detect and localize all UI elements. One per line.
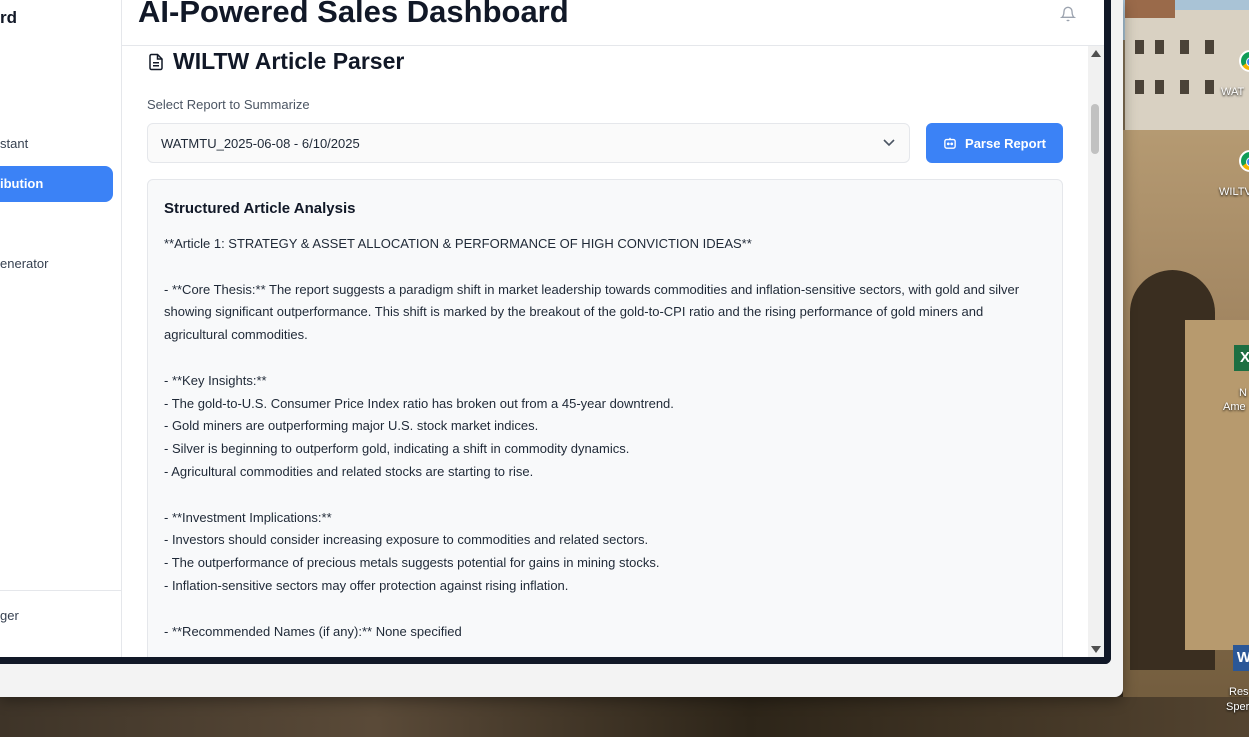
sidebar-item-manager[interactable]: ger (0, 608, 19, 623)
section-title-text: WILTW Article Parser (173, 48, 405, 74)
analysis-line: - Silver is beginning to outperform gold… (164, 441, 630, 457)
desktop-icon-sublabel: Ame (1223, 401, 1246, 413)
analysis-line: - The gold-to-U.S. Consumer Price Index … (164, 395, 674, 411)
analysis-line: - **Recommended Names (if any):** None s… (164, 623, 462, 639)
sidebar-item-generator[interactable]: enerator (0, 256, 48, 271)
desktop-icon-label: Res (1229, 686, 1249, 698)
scrollbar-thumb[interactable] (1091, 104, 1099, 154)
main-content: WILTW Article Parser Select Report to Su… (122, 46, 1088, 657)
report-select-value: WATMTU_2025-06-08 - 6/10/2025 (161, 136, 360, 151)
desktop-icon-sublabel: Sper (1226, 701, 1249, 713)
select-report-label: Select Report to Summarize (147, 97, 310, 112)
robot-icon (944, 137, 956, 149)
scroll-down-arrow-icon[interactable] (1091, 646, 1101, 653)
analysis-line (164, 256, 1050, 279)
landscape-bottom (0, 697, 1249, 737)
analysis-line: - **Key Insights:** (164, 372, 267, 388)
parse-report-button[interactable]: Parse Report (926, 123, 1063, 163)
analysis-line (164, 598, 1050, 621)
analysis-line (164, 484, 1050, 507)
vertical-scrollbar[interactable] (1088, 46, 1104, 657)
sidebar-item-assistant[interactable]: stant (0, 136, 28, 151)
bell-icon[interactable] (1060, 6, 1076, 22)
analysis-line: - **Core Thesis:** The report suggests a… (164, 281, 1020, 343)
analysis-line: **Article 1: STRATEGY & ASSET ALLOCATION… (164, 236, 752, 251)
analysis-line: - **Investment Implications:** (164, 509, 332, 525)
analysis-title: Structured Article Analysis (164, 200, 356, 217)
app-window: rd stant ibution enerator ger AI-Powered… (0, 0, 1111, 664)
document-icon (149, 53, 163, 70)
section-title: WILTW Article Parser (147, 48, 404, 75)
parse-report-label: Parse Report (965, 135, 1046, 151)
analysis-line: - Gold miners are outperforming major U.… (164, 418, 539, 434)
roof (1125, 0, 1175, 18)
desktop-icon-label: WAT (1221, 86, 1245, 98)
scroll-up-arrow-icon[interactable] (1091, 50, 1101, 57)
building (1125, 10, 1249, 135)
page-title: AI-Powered Sales Dashboard (138, 0, 569, 29)
analysis-line: - The outperformance of precious metals … (164, 555, 660, 571)
sidebar: rd stant ibution enerator ger (0, 0, 122, 657)
sidebar-item-distribution[interactable]: ibution (0, 166, 113, 202)
analysis-line: - Inflation-sensitive sectors may offer … (164, 577, 569, 593)
analysis-body: **Article 1: STRATEGY & ASSET ALLOCATION… (164, 233, 1050, 643)
chevron-down-icon (883, 139, 895, 147)
header: AI-Powered Sales Dashboard (122, 0, 1104, 46)
sidebar-divider (0, 590, 121, 591)
desktop-icon-label: N (1239, 387, 1247, 399)
desktop-icon-label: WILTV (1219, 186, 1249, 198)
sidebar-brand: rd (0, 8, 17, 27)
analysis-line (164, 347, 1050, 370)
analysis-line: - Investors should consider increasing e… (164, 532, 649, 548)
analysis-panel: Structured Article Analysis **Article 1:… (147, 179, 1063, 657)
excel-file-icon[interactable]: X (1234, 345, 1249, 371)
report-select[interactable]: WATMTU_2025-06-08 - 6/10/2025 (147, 123, 910, 163)
word-file-icon[interactable]: W (1233, 645, 1249, 671)
analysis-line: - Agricultural commodities and related s… (164, 463, 534, 479)
